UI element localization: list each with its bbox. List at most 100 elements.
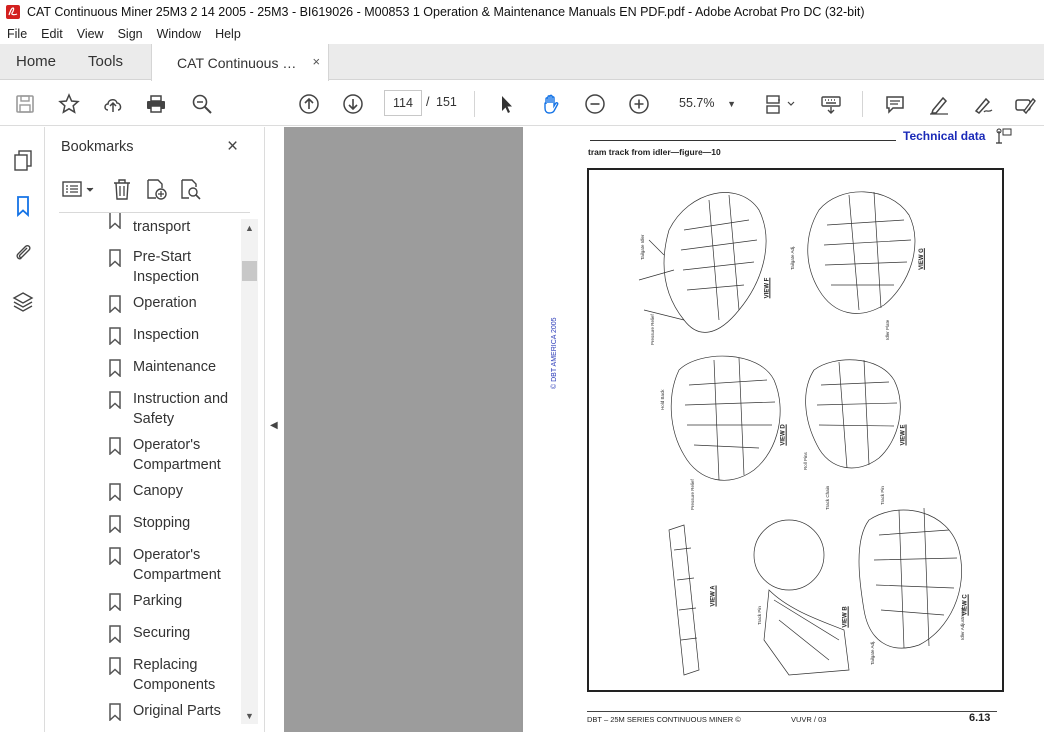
bookmark-label: Operation [133,295,197,311]
bookmarks-icon[interactable] [10,193,36,219]
current-page-input[interactable]: 114 [384,90,422,116]
tab-document[interactable]: CAT Continuous Mi... × [151,44,330,81]
page-thumbnails-icon[interactable] [10,147,36,173]
star-icon[interactable] [56,91,82,117]
save-icon[interactable] [12,91,38,117]
toolbar-divider [862,91,863,117]
bookmarks-scrollbar[interactable]: ▲ ▼ [241,219,258,724]
fill-sign-icon[interactable] [1012,91,1038,117]
scroll-down-icon[interactable]: ▼ [245,711,254,721]
zoom-level-dropdown[interactable]: 55.7% ▼ [664,90,742,116]
view-label: VIEW B [842,606,849,628]
machine-sketch: Tailgate Idler Pressure Relief Tailgate … [638,191,965,676]
bookmark-icon [109,625,121,643]
svg-text:Roll Pins: Roll Pins [803,451,808,470]
bookmark-icon [109,657,121,675]
menu-view[interactable]: View [70,27,111,41]
toolbar: 114 / 151 55.7% ▼ [0,81,1044,126]
page-down-icon[interactable] [340,91,366,117]
scrollbar-thumb[interactable] [242,261,257,281]
select-cursor-icon[interactable] [494,91,520,117]
pdf-page: Technical data tram track from idler—fig… [523,127,1044,732]
comment-icon[interactable] [882,91,908,117]
highlight-pen-icon[interactable] [926,91,952,117]
svg-text:Idler Plate: Idler Plate [885,319,890,340]
bookmarks-panel: Bookmarks × transport Pre-Start Inspecti… [45,127,264,732]
svg-text:Track Pin: Track Pin [757,606,762,625]
panel-close-button[interactable]: × [227,136,238,158]
svg-text:Tailgate Idler: Tailgate Idler [640,234,645,260]
menu-file[interactable]: File [0,27,34,41]
tab-home[interactable]: Home [0,44,72,79]
bookmark-label: Replacing Components [133,657,216,693]
bookmark-icon [109,359,121,377]
footer-mid: VUVR / 03 [791,715,827,724]
menu-window[interactable]: Window [150,27,208,41]
page-up-icon[interactable] [296,91,322,117]
bookmark-icon [109,327,121,345]
tab-document-label: CAT Continuous Mi... [177,54,308,71]
bookmark-icon [109,515,121,533]
attachments-icon[interactable] [10,239,36,265]
delete-bookmark-icon[interactable] [110,177,134,201]
page-display-icon[interactable] [762,91,798,117]
window-title: CAT Continuous Miner 25M3 2 14 2005 - 25… [27,5,865,19]
copyright-notice: © DBT AMERICA 2005 [551,317,558,389]
panel-splitter[interactable]: ◀ [264,127,284,732]
bookmark-label: Securing [133,625,191,641]
svg-text:Tailgate Adj.: Tailgate Adj. [870,641,875,665]
bookmark-label: Parking [133,593,183,609]
footer-rule [587,711,997,712]
page-number: 6.13 [969,712,991,724]
page-background [284,127,521,732]
bookmark-icon [109,437,121,455]
cloud-upload-icon[interactable] [100,91,126,117]
bookmark-tools [57,177,257,203]
bookmark-icon [109,483,121,501]
svg-text:Track Pin: Track Pin [880,486,885,505]
svg-text:Hold Back: Hold Back [660,389,665,410]
sign-pen-icon[interactable] [970,91,996,117]
find-bookmark-icon[interactable] [178,177,202,201]
header-rule [590,140,896,141]
view-label: VIEW C [962,594,969,616]
page-header: Technical data [903,129,986,143]
scroll-up-icon[interactable]: ▲ [245,223,254,233]
tab-tools[interactable]: Tools [72,44,139,79]
svg-text:Pressure Relief: Pressure Relief [690,478,695,510]
view-label: VIEW F [764,277,771,299]
new-bookmark-icon[interactable] [144,177,168,201]
hand-tool-icon[interactable] [538,91,564,117]
bookmark-icon [109,213,121,229]
print-icon[interactable] [143,91,169,117]
collapse-panel-icon[interactable]: ◀ [270,420,278,431]
document-view[interactable]: Technical data tram track from idler—fig… [284,127,1044,732]
toolbar-divider [474,91,475,117]
menu-sign[interactable]: Sign [111,27,150,41]
svg-text:Pressure Relief: Pressure Relief [650,313,655,345]
bookmark-label: Inspection [133,327,200,343]
bookmark-icon [109,391,121,409]
tab-close-button[interactable]: × [312,54,320,69]
view-label: VIEW G [918,248,925,270]
title-bar: CAT Continuous Miner 25M3 2 14 2005 - 25… [0,0,1044,24]
menu-edit[interactable]: Edit [34,27,70,41]
options-menu-icon[interactable] [61,177,95,201]
menu-help[interactable]: Help [208,27,248,41]
bookmark-list: transport Pre-Start Inspection Operation… [45,213,242,732]
bookmark-label: Operator's Compartment [133,547,221,583]
bookmark-icon [109,703,121,721]
navigation-rail [0,127,45,732]
panel-title: Bookmarks [61,139,134,155]
zoom-out-icon[interactable] [582,91,608,117]
svg-text:Tailgate Adj.: Tailgate Adj. [790,246,795,270]
acrobat-logo-icon [6,5,20,19]
keyboard-read-icon[interactable] [818,91,844,117]
bookmark-label: Stopping [133,515,191,531]
page-separator: / [426,95,430,109]
zoom-search-icon[interactable] [189,91,215,117]
layers-icon[interactable] [10,288,36,314]
zoom-in-icon[interactable] [626,91,652,117]
view-label: VIEW D [780,424,787,446]
bookmark-label: Operator's Compartment [133,437,221,473]
